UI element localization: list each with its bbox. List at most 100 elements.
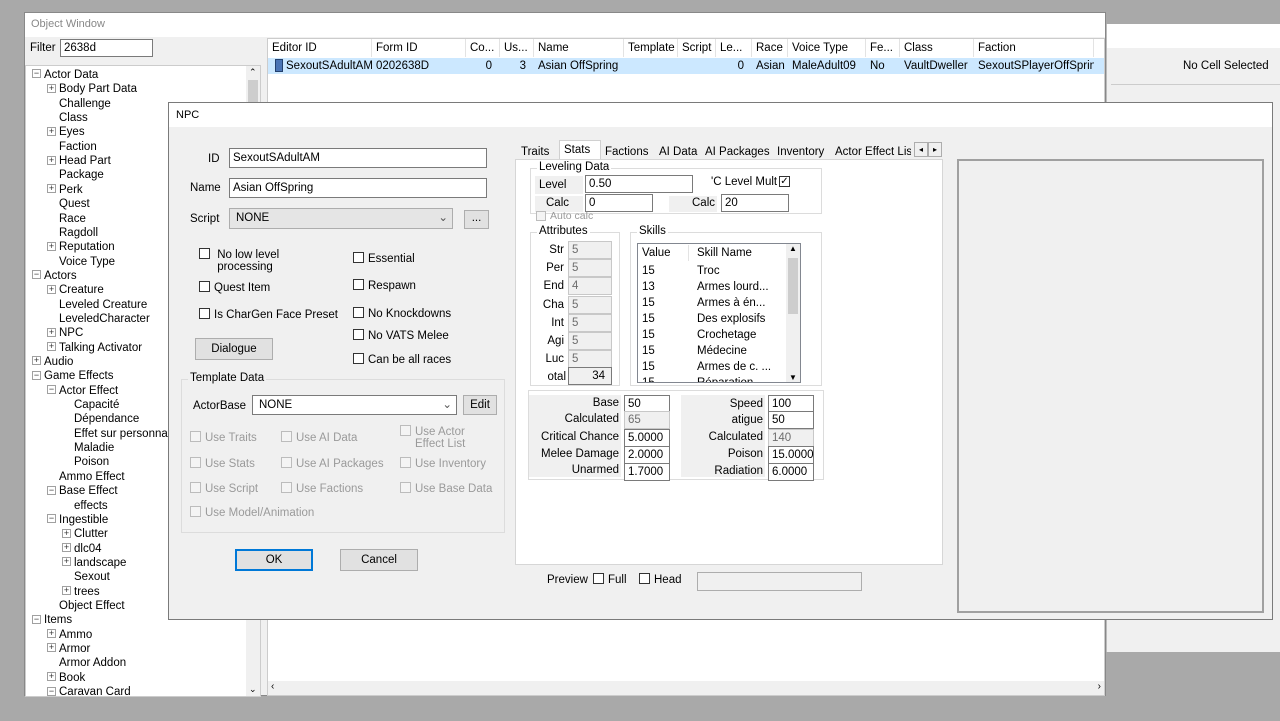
collapse-icon[interactable]: − xyxy=(32,69,41,79)
tree-item[interactable]: − Ingestible xyxy=(47,513,108,527)
tree-item[interactable]: + NPC xyxy=(47,326,83,340)
tree-item[interactable]: Dépendance xyxy=(62,412,139,426)
dialogue-button[interactable]: Dialogue xyxy=(195,338,273,360)
column-header[interactable]: Co... xyxy=(466,39,500,57)
full-check[interactable] xyxy=(593,573,604,585)
tree-item[interactable]: − Actors xyxy=(32,269,77,283)
tree-item[interactable]: + Ammo xyxy=(47,628,92,642)
column-header[interactable]: Name xyxy=(534,39,624,57)
head-checkbox[interactable]: Head xyxy=(639,573,682,586)
collapse-icon[interactable]: − xyxy=(32,270,41,280)
tree-item[interactable]: − Items xyxy=(32,613,72,627)
column-header[interactable]: Template xyxy=(624,39,678,57)
tree-item[interactable]: effects xyxy=(62,499,108,513)
no-vats-checkbox[interactable]: No VATS Melee xyxy=(353,329,449,342)
auto-calc-check[interactable] xyxy=(536,211,546,222)
tree-item[interactable]: + Book xyxy=(47,671,85,685)
chargen-checkbox[interactable]: Is CharGen Face Preset xyxy=(199,308,338,321)
script-browse-button[interactable]: ... xyxy=(464,210,489,229)
column-header[interactable]: Editor ID xyxy=(268,39,372,57)
expand-icon[interactable]: + xyxy=(47,342,56,352)
tree-item[interactable]: Ammo Effect xyxy=(47,470,125,484)
column-header[interactable]: Script xyxy=(678,39,716,57)
tab-scroll-left[interactable]: ◂ xyxy=(914,142,928,157)
full-checkbox[interactable]: Full xyxy=(593,573,627,586)
no-low-level-check[interactable] xyxy=(199,248,210,260)
tree-item[interactable]: Challenge xyxy=(47,97,111,111)
column-header[interactable]: Class xyxy=(900,39,974,57)
tree-item[interactable]: − Actor Data xyxy=(32,68,98,82)
skill-name[interactable]: Armes lourd... xyxy=(697,281,769,293)
all-races-checkbox[interactable]: Can be all races xyxy=(353,353,451,366)
tree-item[interactable]: + dlc04 xyxy=(62,542,102,556)
no-knockdowns-checkbox[interactable]: No Knockdowns xyxy=(353,307,451,320)
use-actor-effect-checkbox[interactable]: Use Actor Effect List xyxy=(400,425,477,450)
skill-name[interactable]: Crochetage xyxy=(697,329,756,341)
ok-button[interactable]: OK xyxy=(235,549,313,571)
no-vats-check[interactable] xyxy=(353,329,364,341)
tree-item[interactable]: − Actor Effect xyxy=(47,384,118,398)
level-field[interactable]: 0.50 xyxy=(585,175,693,193)
tree-item[interactable]: Object Effect xyxy=(47,599,125,613)
use-inventory-checkbox[interactable]: Use Inventory xyxy=(400,457,486,470)
use-traits-checkbox[interactable]: Use Traits xyxy=(190,431,257,444)
collapse-icon[interactable]: − xyxy=(47,485,56,495)
expand-icon[interactable]: + xyxy=(47,155,56,165)
tree-item[interactable]: Ragdoll xyxy=(47,226,98,240)
use-ai-packages-checkbox[interactable]: Use AI Packages xyxy=(281,457,384,470)
tree-item[interactable]: Armor Addon xyxy=(47,656,126,670)
scroll-down-icon[interactable]: ▼ xyxy=(789,373,797,382)
tree-item[interactable]: − Base Effect xyxy=(47,484,118,498)
preview-area[interactable] xyxy=(957,159,1264,613)
expand-icon[interactable]: + xyxy=(47,629,56,639)
expand-icon[interactable]: + xyxy=(62,586,71,596)
auto-calc-checkbox[interactable]: Auto calc xyxy=(536,211,593,223)
scroll-right-icon[interactable]: › xyxy=(1098,681,1101,692)
expand-icon[interactable]: + xyxy=(47,672,56,682)
fatigue-field[interactable]: 50 xyxy=(768,411,814,429)
actorbase-select[interactable]: NONE ⌄ xyxy=(252,395,457,415)
cancel-button[interactable]: Cancel xyxy=(340,549,418,571)
edit-button[interactable]: Edit xyxy=(463,395,497,415)
use-script-checkbox[interactable]: Use Script xyxy=(190,482,258,495)
script-select[interactable]: NONE ⌄ xyxy=(229,208,453,229)
skills-scroll-thumb[interactable] xyxy=(788,258,798,314)
tree-item[interactable]: Class xyxy=(47,111,88,125)
tree-item[interactable]: + Reputation xyxy=(47,240,115,254)
radiation-field[interactable]: 6.0000 xyxy=(768,463,814,481)
id-field[interactable]: SexoutSAdultAM xyxy=(229,148,487,168)
skills-col-value[interactable]: Value xyxy=(642,247,671,259)
tree-item[interactable]: Capacité xyxy=(62,398,119,412)
head-check[interactable] xyxy=(639,573,650,585)
expand-icon[interactable]: + xyxy=(47,126,56,136)
expand-icon[interactable]: + xyxy=(47,643,56,653)
use-ai-data-checkbox[interactable]: Use AI Data xyxy=(281,431,357,444)
poison-field[interactable]: 15.0000 xyxy=(768,446,814,464)
skill-name[interactable]: Réparation xyxy=(697,377,753,382)
skill-value[interactable]: 15 xyxy=(642,361,655,373)
tree-item[interactable]: Sexout xyxy=(62,570,110,584)
tree-item[interactable]: Voice Type xyxy=(47,255,115,269)
column-header[interactable]: Race xyxy=(752,39,788,57)
skill-value[interactable]: 15 xyxy=(642,297,655,309)
tree-item[interactable]: Race xyxy=(47,212,86,226)
skills-col-name[interactable]: Skill Name xyxy=(697,247,752,259)
expand-icon[interactable]: + xyxy=(47,241,56,251)
skills-scrollbar[interactable]: ▲ ▼ xyxy=(786,244,800,382)
expand-icon[interactable]: + xyxy=(47,83,56,93)
object-window-titlebar[interactable]: Object Window xyxy=(25,13,1105,37)
no-low-level-checkbox[interactable]: No low level processing xyxy=(199,248,289,273)
column-header[interactable]: Voice Type xyxy=(788,39,866,57)
tree-item[interactable]: Maladie xyxy=(62,441,114,455)
tree-item[interactable]: + Audio xyxy=(32,355,73,369)
cell-window-titlebar[interactable] xyxy=(1107,24,1280,48)
melee-field[interactable]: 2.0000 xyxy=(624,446,670,464)
expand-icon[interactable]: + xyxy=(62,557,71,567)
skill-name[interactable]: Médecine xyxy=(697,345,747,357)
column-header[interactable]: Le... xyxy=(716,39,752,57)
respawn-checkbox[interactable]: Respawn xyxy=(353,279,416,292)
column-header[interactable]: Form ID xyxy=(372,39,466,57)
tree-item[interactable]: + trees xyxy=(62,585,100,599)
unarmed-field[interactable]: 1.7000 xyxy=(624,463,670,481)
expand-icon[interactable]: + xyxy=(47,284,56,294)
